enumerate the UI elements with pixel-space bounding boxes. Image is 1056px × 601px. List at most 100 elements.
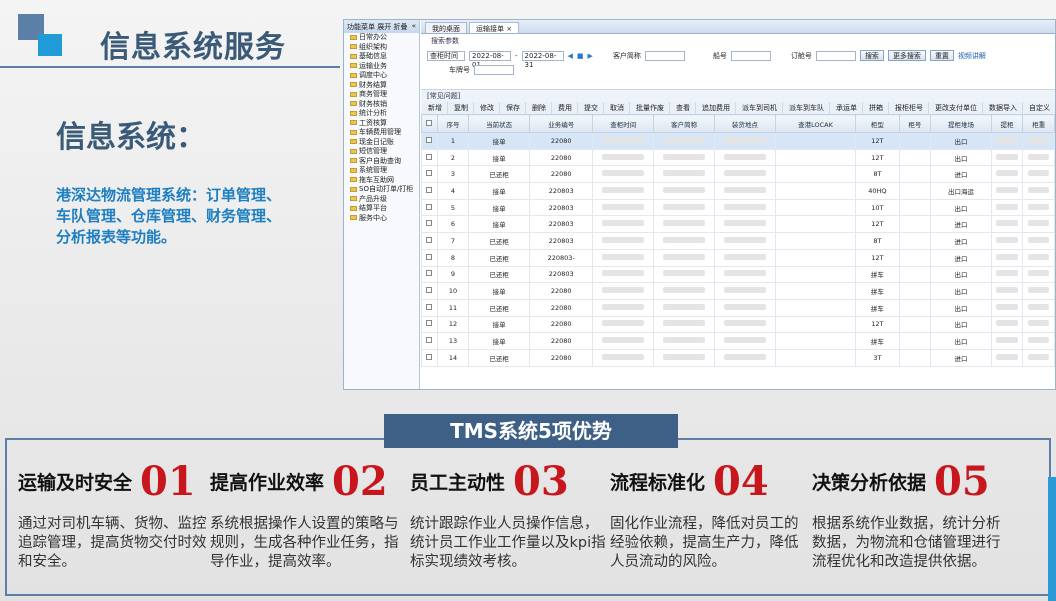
toolbar-button[interactable]: 新增 <box>423 102 448 114</box>
toolbar-button[interactable]: 追加费用 <box>697 102 736 114</box>
table-row[interactable]: 14 已还柜 22080 3T 进口 <box>421 348 1055 367</box>
toolbar-button[interactable]: 批量作废 <box>631 102 670 114</box>
customer-select[interactable] <box>644 50 685 61</box>
sidebar-item[interactable]: 结算平台 <box>344 204 419 214</box>
column-header[interactable]: 提柜堆场 <box>930 114 992 133</box>
table-row[interactable]: 12 接单 22080 12T 出口 <box>421 315 1055 334</box>
sidebar-item[interactable]: 调度中心 <box>344 71 419 81</box>
sidebar-item[interactable]: 统计分析 <box>344 109 419 119</box>
collapse-icon[interactable]: « <box>412 22 416 31</box>
sidebar-item[interactable]: SO自动打单/打柜 <box>344 185 419 195</box>
table-row[interactable]: 10 接单 22080 拼车 出口 <box>421 282 1055 300</box>
column-header[interactable]: 当前状态 <box>468 114 531 133</box>
sidebar-item[interactable]: 客户自助查询 <box>344 157 419 167</box>
row-checkbox-cell[interactable] <box>421 282 438 300</box>
sidebar-item[interactable]: 财务核销 <box>344 100 419 110</box>
toolbar-button[interactable]: 提交 <box>579 102 604 114</box>
tab-desktop[interactable]: 我的桌面 <box>425 22 467 33</box>
column-header[interactable]: 查柜时间 <box>592 114 655 133</box>
plate-input[interactable] <box>474 65 514 75</box>
toolbar-button[interactable]: 保存 <box>501 102 526 114</box>
row-checkbox-cell[interactable] <box>421 315 438 334</box>
video-link[interactable]: 视频讲解 <box>958 51 986 61</box>
reset-button[interactable]: 重置 <box>929 50 954 61</box>
sidebar-item[interactable]: 组织架构 <box>344 43 419 53</box>
toolbar-button[interactable]: 派车到司机 <box>737 102 783 114</box>
more-search-button[interactable]: 更多搜索 <box>887 50 926 61</box>
date-field-select[interactable]: 查柜时间 <box>427 50 465 61</box>
table-row[interactable]: 7 已还柜 220803 8T 进口 <box>421 232 1055 250</box>
row-checkbox[interactable] <box>426 287 433 294</box>
sidebar-item[interactable]: 基础信息 <box>344 52 419 62</box>
toolbar-button[interactable]: 数据导入 <box>984 102 1023 114</box>
faq-link[interactable]: [常见问题] <box>421 90 1055 102</box>
column-header[interactable]: 序号 <box>436 114 470 133</box>
table-row[interactable]: 9 已还柜 220803 拼车 出口 <box>421 265 1055 284</box>
sidebar-item[interactable]: 短信管理 <box>344 147 419 157</box>
column-header[interactable]: 业务编号 <box>529 114 594 133</box>
sidebar-item[interactable]: 商务管理 <box>344 90 419 100</box>
row-checkbox-cell[interactable] <box>421 165 438 184</box>
toolbar-button[interactable]: 承运单 <box>831 102 863 114</box>
row-checkbox-cell[interactable] <box>421 298 438 317</box>
sidebar-item[interactable]: 产品升级 <box>344 195 419 205</box>
arrow-left-icon[interactable]: ◀ <box>568 52 573 60</box>
column-header[interactable]: 柜重 <box>1022 114 1055 133</box>
table-row[interactable]: 11 已还柜 22080 拼车 出口 <box>421 298 1055 317</box>
row-checkbox-cell[interactable] <box>421 198 438 217</box>
column-header[interactable]: 柜号 <box>898 114 932 133</box>
row-checkbox[interactable] <box>426 186 433 193</box>
row-checkbox-cell[interactable] <box>421 232 438 250</box>
row-checkbox-cell[interactable] <box>421 132 438 150</box>
sidebar-item[interactable]: 车辆费用管理 <box>344 128 419 138</box>
arrow-right-icon[interactable]: ▶ <box>588 52 593 60</box>
sidebar-item[interactable]: 拖车互助网 <box>344 176 419 186</box>
sidebar-item[interactable]: 系统管理 <box>344 166 419 176</box>
toolbar-button[interactable]: 复制 <box>449 102 474 114</box>
table-row[interactable]: 4 接单 220803 40HQ 出口海运 <box>421 182 1055 200</box>
sidebar-item[interactable]: 现金日记账 <box>344 138 419 148</box>
ship-input[interactable] <box>730 50 771 61</box>
table-row[interactable]: 3 已还柜 22080 8T 进口 <box>421 165 1055 184</box>
toolbar-button[interactable]: 取消 <box>605 102 630 114</box>
row-checkbox[interactable] <box>426 136 433 143</box>
date-from-input[interactable]: 2022-08-01 <box>469 50 511 69</box>
row-checkbox[interactable] <box>426 353 433 360</box>
square-icon[interactable]: ■ <box>577 52 584 60</box>
toolbar-button[interactable]: 查看 <box>671 102 696 114</box>
row-checkbox[interactable] <box>426 220 433 227</box>
column-header[interactable]: 客户简称 <box>653 114 715 133</box>
table-row[interactable]: 5 接单 220803 10T 出口 <box>421 198 1055 217</box>
row-checkbox[interactable] <box>426 320 433 327</box>
table-row[interactable]: 8 已还柜 220803- 12T 进口 <box>421 248 1055 267</box>
sidebar-item[interactable]: 服务中心 <box>344 214 419 224</box>
row-checkbox[interactable] <box>426 253 433 260</box>
sidebar-item[interactable]: 财务结算 <box>344 81 419 91</box>
toolbar-button[interactable]: 报柜柜号 <box>890 102 929 114</box>
row-checkbox-cell[interactable] <box>421 265 438 284</box>
select-all-checkbox[interactable] <box>426 119 433 126</box>
sidebar-item[interactable]: 工资核算 <box>344 119 419 129</box>
booking-input[interactable] <box>815 50 856 61</box>
row-checkbox[interactable] <box>426 337 433 344</box>
table-row[interactable]: 6 接单 220803 12T 进口 <box>421 215 1055 234</box>
tab-transport-order[interactable]: 运输接单 × <box>469 22 520 33</box>
toolbar-button[interactable]: 费用 <box>553 102 578 114</box>
row-checkbox[interactable] <box>426 303 433 310</box>
row-checkbox[interactable] <box>426 203 433 210</box>
table-row[interactable]: 1 接单 22080 12T 出口 <box>421 132 1055 150</box>
row-checkbox[interactable] <box>426 236 433 243</box>
row-checkbox-cell[interactable] <box>421 348 438 367</box>
row-checkbox[interactable] <box>426 153 433 160</box>
row-checkbox-cell[interactable] <box>421 148 438 167</box>
row-checkbox-cell[interactable] <box>421 248 438 267</box>
row-checkbox[interactable] <box>426 270 433 277</box>
table-row[interactable]: 13 接单 22080 拼车 出口 <box>421 332 1055 350</box>
row-checkbox-cell[interactable] <box>421 182 438 200</box>
row-checkbox[interactable] <box>426 170 433 177</box>
toolbar-button[interactable]: 派车到车队 <box>784 102 830 114</box>
column-header[interactable]: 提柜 <box>990 114 1024 133</box>
toolbar-button[interactable]: 修改 <box>475 102 500 114</box>
toolbar-button[interactable]: 更改支付单位 <box>930 102 983 114</box>
row-checkbox-cell[interactable] <box>421 332 438 350</box>
